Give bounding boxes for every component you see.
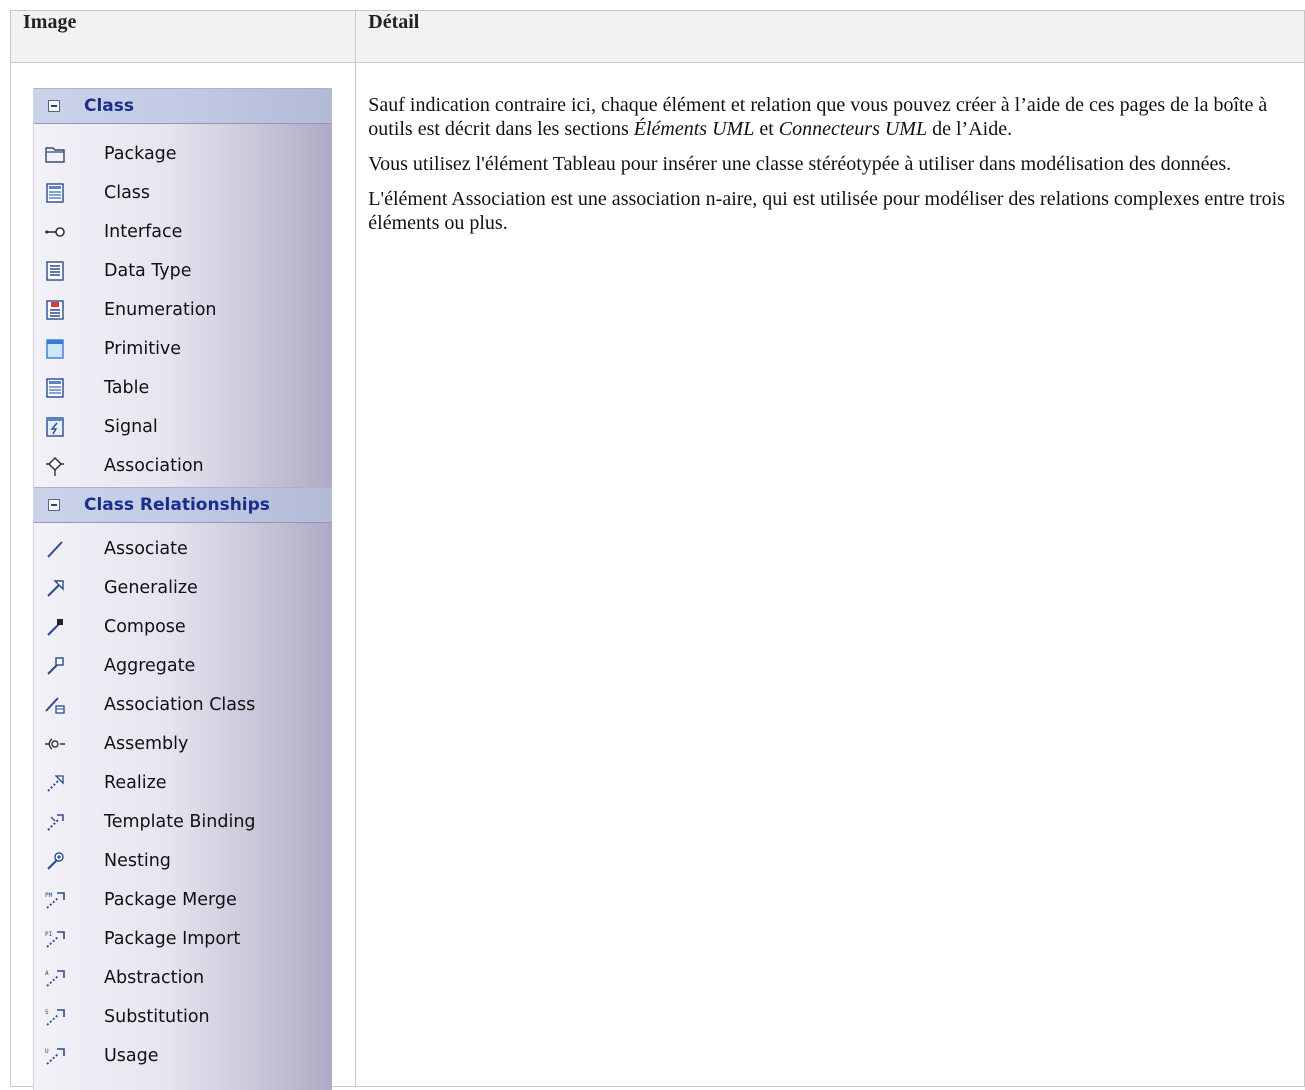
- collapse-icon[interactable]: [48, 499, 60, 511]
- toolbox-item-class[interactable]: Class: [34, 173, 332, 212]
- table-icon: [44, 377, 66, 399]
- toolbox-item-table[interactable]: Table: [34, 368, 332, 407]
- item-label: Enumeration: [104, 299, 217, 320]
- abstraction-icon: A: [44, 967, 66, 989]
- interface-icon: [44, 221, 66, 243]
- toolbox-item-association-class[interactable]: Association Class: [34, 685, 332, 724]
- detail-text: et: [754, 118, 779, 140]
- detail-paragraph-3: L'élément Association est une associatio…: [368, 188, 1285, 234]
- detail-cell: Sauf indication contraire ici, chaque él…: [355, 62, 1305, 1087]
- toolbox-item-enumeration[interactable]: Enumeration: [34, 290, 332, 329]
- item-label: Template Binding: [104, 811, 256, 832]
- realize-icon: [44, 772, 66, 794]
- documentation-table: Image Détail Class Package Class Interfa…: [9, 10, 1305, 1090]
- item-label: Usage: [104, 1045, 159, 1066]
- class-icon: [44, 182, 66, 204]
- item-label: Abstraction: [104, 967, 205, 988]
- svg-text:U: U: [45, 1048, 49, 1055]
- item-label: Table: [104, 377, 150, 398]
- item-label: Association Class: [104, 694, 256, 715]
- substitution-icon: S: [44, 1006, 66, 1028]
- item-label: Primitive: [104, 338, 182, 359]
- toolbox-item-data-type[interactable]: Data Type: [34, 251, 332, 290]
- toolbox-item-abstraction[interactable]: A Abstraction: [34, 958, 332, 997]
- toolbox-item-usage[interactable]: U Usage: [34, 1036, 332, 1075]
- toolbox-item-assembly[interactable]: Assembly: [34, 724, 332, 763]
- svg-text:A: A: [45, 970, 49, 977]
- item-label: Class: [104, 182, 151, 203]
- assembly-icon: [44, 733, 66, 755]
- toolbox-item-package[interactable]: Package: [34, 134, 332, 173]
- toolbox-item-package-import[interactable]: PI Package Import: [34, 919, 332, 958]
- package-icon: [44, 143, 66, 165]
- section-list-class: Package Class Interface Data Type Enumer…: [34, 124, 332, 485]
- toolbox-item-primitive[interactable]: Primitive: [34, 329, 332, 368]
- toolbox-item-template-binding[interactable]: Template Binding: [34, 802, 332, 841]
- association-diamond-icon: [44, 455, 66, 477]
- collapse-icon[interactable]: [48, 100, 60, 112]
- toolbox-item-compose[interactable]: Compose: [34, 607, 332, 646]
- toolbox-item-generalize[interactable]: Generalize: [34, 568, 332, 607]
- item-label: Compose: [104, 616, 186, 637]
- item-label: Generalize: [104, 577, 198, 598]
- association-class-icon: [44, 694, 66, 716]
- svg-text:S: S: [45, 1009, 49, 1016]
- section-title: Class: [84, 96, 135, 116]
- detail-text: de l’Aide.: [927, 118, 1013, 140]
- toolbox-item-aggregate[interactable]: Aggregate: [34, 646, 332, 685]
- item-label: Package Merge: [104, 889, 237, 910]
- item-label: Realize: [104, 772, 167, 793]
- item-label: Assembly: [104, 733, 189, 754]
- usage-icon: U: [44, 1045, 66, 1067]
- item-label: Data Type: [104, 260, 192, 281]
- item-label: Aggregate: [104, 655, 196, 676]
- toolbox-item-interface[interactable]: Interface: [34, 212, 332, 251]
- nesting-icon: [44, 850, 66, 872]
- item-label: Interface: [104, 221, 183, 242]
- item-label: Associate: [104, 538, 188, 559]
- detail-paragraph-1: Sauf indication contraire ici, chaque él…: [368, 93, 1292, 141]
- detail-paragraph-2: Vous utilisez l'élément Tableau pour ins…: [368, 153, 1232, 175]
- toolbox-item-realize[interactable]: Realize: [34, 763, 332, 802]
- data-type-icon: [44, 260, 66, 282]
- emphasis-uml-connectors: Connecteurs UML: [778, 118, 928, 140]
- primitive-icon: [44, 338, 66, 360]
- item-label: Package: [104, 143, 177, 164]
- signal-icon: [44, 416, 66, 438]
- template-binding-icon: [44, 811, 66, 833]
- svg-text:PM: PM: [45, 892, 53, 899]
- image-cell: Class Package Class Interface Data Type …: [9, 62, 357, 1090]
- header-image: Image: [9, 10, 357, 63]
- svg-text:PI: PI: [45, 931, 53, 938]
- section-title: Class Relationships: [84, 495, 270, 515]
- toolbox-panel: Class Package Class Interface Data Type …: [33, 88, 332, 1090]
- table-row: Class Package Class Interface Data Type …: [9, 62, 1305, 1090]
- toolbox-item-substitution[interactable]: S Substitution: [34, 997, 332, 1036]
- section-header-class[interactable]: Class: [34, 88, 332, 124]
- item-label: Package Import: [104, 928, 241, 949]
- header-detail: Détail: [355, 10, 1305, 63]
- table-header-row: Image Détail: [9, 10, 1305, 63]
- generalize-icon: [44, 577, 66, 599]
- package-merge-icon: PM: [44, 889, 66, 911]
- toolbox-item-associate[interactable]: Associate: [34, 529, 332, 568]
- toolbox-item-nesting[interactable]: Nesting: [34, 841, 332, 880]
- toolbox-item-signal[interactable]: Signal: [34, 407, 332, 446]
- enumeration-icon: [44, 299, 66, 321]
- item-label: Signal: [104, 416, 158, 437]
- item-label: Nesting: [104, 850, 171, 871]
- toolbox-item-association[interactable]: Association: [34, 446, 332, 485]
- item-label: Association: [104, 455, 204, 476]
- compose-icon: [44, 616, 66, 638]
- section-list-class-relationships: Associate Generalize Compose Aggregate A…: [34, 523, 332, 1075]
- associate-icon: [44, 538, 66, 560]
- toolbox-item-package-merge[interactable]: PM Package Merge: [34, 880, 332, 919]
- package-import-icon: PI: [44, 928, 66, 950]
- section-header-class-relationships[interactable]: Class Relationships: [34, 487, 332, 523]
- emphasis-uml-elements: Éléments UML: [633, 118, 755, 140]
- item-label: Substitution: [104, 1006, 210, 1027]
- aggregate-icon: [44, 655, 66, 677]
